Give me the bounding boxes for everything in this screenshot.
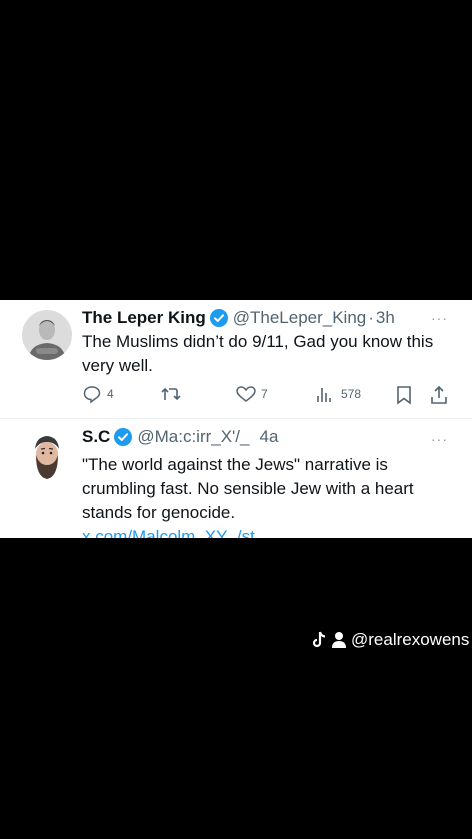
tweet-header: S.C @Ma:c:irr_X'/_ 4a bbox=[82, 427, 278, 447]
views-button[interactable]: 578 bbox=[314, 384, 361, 404]
verified-badge-icon bbox=[114, 428, 133, 446]
reply-count: 4 bbox=[107, 387, 114, 401]
heart-icon bbox=[236, 386, 256, 402]
repost-icon bbox=[161, 387, 181, 401]
tweet[interactable]: S.C @Ma:c:irr_X'/_ 4a ··· "The world aga… bbox=[0, 418, 472, 538]
tweet-actions: 4 7 578 bbox=[82, 384, 452, 408]
views-icon bbox=[317, 388, 331, 402]
display-name[interactable]: S.C bbox=[82, 427, 110, 447]
more-options-icon[interactable]: ··· bbox=[431, 431, 448, 447]
watermark-handle: @realrexowens bbox=[351, 630, 470, 649]
timestamp[interactable]: 4a bbox=[259, 427, 278, 447]
bookmark-icon bbox=[397, 386, 411, 405]
separator: · bbox=[368, 308, 374, 327]
display-name[interactable]: The Leper King bbox=[82, 308, 206, 328]
tiktok-icon bbox=[312, 631, 326, 648]
tweet-body: "The world against the Jews" narrative i… bbox=[82, 455, 414, 522]
share-button[interactable] bbox=[429, 384, 449, 406]
bookmark-button[interactable] bbox=[394, 384, 414, 406]
verified-badge-icon bbox=[209, 309, 228, 327]
handle[interactable]: @Ma:c:irr_X'/_ bbox=[137, 427, 249, 447]
reply-icon bbox=[83, 386, 101, 404]
tweet-link[interactable]: x.com/Malcolm_XY_/st bbox=[82, 527, 255, 538]
bearded-man-avatar-icon[interactable] bbox=[22, 431, 72, 481]
man-avatar-icon[interactable] bbox=[22, 310, 72, 360]
tweet-text: "The world against the Jews" narrative i… bbox=[82, 453, 457, 538]
like-count: 7 bbox=[261, 387, 268, 401]
tweet-text: The Muslims didn’t do 9/11, Gad you know… bbox=[82, 332, 434, 375]
more-options-icon[interactable]: ··· bbox=[431, 310, 448, 326]
timestamp[interactable]: 3h bbox=[376, 308, 395, 328]
tweet[interactable]: The Leper King @TheLeper_King · 3h ··· T… bbox=[0, 300, 472, 418]
creator-watermark: @realrexowens bbox=[312, 630, 469, 650]
tweet-header: The Leper King @TheLeper_King · 3h bbox=[82, 308, 395, 328]
share-icon bbox=[431, 385, 447, 404]
user-icon bbox=[332, 632, 346, 648]
like-button[interactable]: 7 bbox=[235, 384, 268, 404]
views-count: 578 bbox=[341, 387, 362, 401]
reply-button[interactable]: 4 bbox=[82, 384, 114, 404]
tweet-card: The Leper King @TheLeper_King · 3h ··· T… bbox=[0, 300, 472, 538]
handle[interactable]: @TheLeper_King bbox=[233, 308, 367, 328]
repost-button[interactable] bbox=[160, 384, 182, 404]
